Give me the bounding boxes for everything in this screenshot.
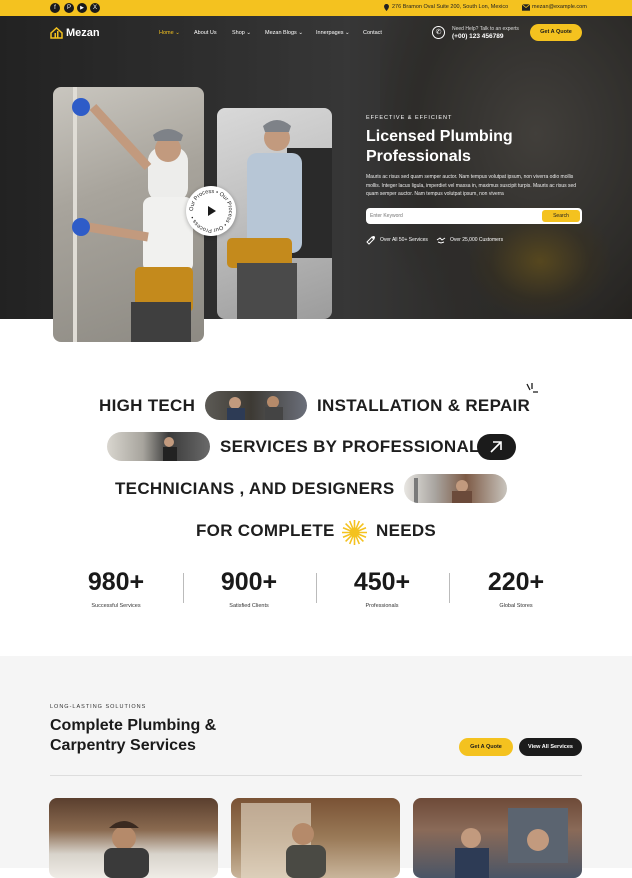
nav-innerpages[interactable]: Innerpages ⌄: [316, 30, 350, 36]
arrow-link-button[interactable]: [477, 434, 516, 460]
sunburst-icon: [342, 520, 367, 545]
help-label: Need Help? Talk to an experts: [452, 26, 519, 32]
services-eyebrow: LONG-LASTING SOLUTIONS: [50, 704, 147, 710]
hero-title: Licensed Plumbing Professionals: [366, 128, 513, 165]
stat-value: 450+: [353, 568, 411, 596]
stat-value: 900+: [220, 568, 278, 596]
nav-contact[interactable]: Contact: [363, 30, 382, 36]
services-get-quote-button[interactable]: Get A Quote: [459, 738, 513, 756]
hero-photo-plumber-glass: [53, 87, 204, 342]
hero-paragraph: Mauris ac risus sed quam semper auctor. …: [366, 174, 577, 197]
tools-icon: [366, 236, 375, 245]
pinterest-icon[interactable]: P: [64, 3, 74, 13]
help-phone[interactable]: (+00) 123 456789: [452, 33, 504, 40]
stat-label: Satisfied Clients: [229, 603, 269, 609]
nav-about-us[interactable]: About Us: [194, 30, 217, 36]
marquee-line1-b: INSTALLATION & REPAIR: [317, 396, 531, 415]
youtube-icon[interactable]: ▶: [77, 3, 87, 13]
feature-customers: Over 25,000 Customers: [436, 235, 503, 245]
stat-divider: [449, 573, 450, 603]
hero-search-box: Search: [366, 208, 582, 224]
house-logo-icon: [50, 27, 63, 39]
x-twitter-icon[interactable]: X: [90, 3, 100, 13]
facebook-icon[interactable]: f: [50, 3, 60, 13]
nav-mezan-blogs[interactable]: Mezan Blogs ⌄: [265, 30, 303, 36]
services-title: Complete Plumbing & Carpentry Services: [50, 717, 217, 754]
marquee-line2: SERVICES BY PROFESSIONAL: [220, 437, 480, 456]
service-card-image-hvac[interactable]: [413, 798, 582, 878]
search-button[interactable]: Search: [542, 210, 580, 222]
stat-label: Global Stores: [499, 603, 533, 609]
pill-image-technicians: [205, 391, 307, 420]
marquee-line1-a: HIGH TECH: [99, 396, 196, 415]
hero-eyebrow: EFFECTIVE & EFFICIENT: [366, 115, 453, 121]
nav-home[interactable]: Home ⌄: [159, 30, 180, 36]
email-link[interactable]: mezan@example.com: [532, 4, 587, 10]
address-text: 276 Bramon Oval Suite 200, South Lon, Me…: [392, 4, 509, 10]
handshake-icon: [436, 237, 446, 244]
marquee-line4-a: FOR COMPLETE: [196, 521, 335, 540]
stat-value: 980+: [87, 568, 145, 596]
service-card-image-carpentry[interactable]: [231, 798, 400, 878]
mail-icon: [522, 4, 530, 11]
arrow-up-right-icon: [490, 441, 502, 453]
divider: [50, 775, 582, 776]
stat-divider: [316, 573, 317, 603]
play-icon[interactable]: [205, 205, 217, 217]
phone-icon: ✆: [432, 26, 445, 39]
service-card-image-plumbing[interactable]: [49, 798, 218, 878]
stat-label: Professionals: [365, 603, 399, 609]
location-pin-icon: [384, 4, 389, 11]
pill-image-workshop: [107, 432, 210, 461]
marquee-line3: TECHNICIANS , AND DESIGNERS: [115, 479, 395, 498]
pill-image-repair: [404, 474, 507, 503]
nav-shop[interactable]: Shop ⌄: [232, 30, 251, 36]
feature-services: Over All 50+ Services: [366, 235, 428, 245]
get-quote-button[interactable]: Get A Quote: [530, 24, 582, 41]
logo[interactable]: Mezan: [50, 27, 100, 39]
stat-value: 220+: [487, 568, 545, 596]
stat-divider: [183, 573, 184, 603]
stat-label: Successful Services: [91, 603, 141, 609]
logo-text: Mezan: [66, 27, 100, 39]
search-input[interactable]: [370, 210, 530, 222]
sparkle-lines-icon: [526, 383, 538, 393]
our-process-badge[interactable]: Our Process • Our Process • Our Process …: [186, 186, 236, 236]
marquee-line4-b: NEEDS: [376, 521, 437, 540]
view-all-services-button[interactable]: View All Services: [519, 738, 582, 756]
